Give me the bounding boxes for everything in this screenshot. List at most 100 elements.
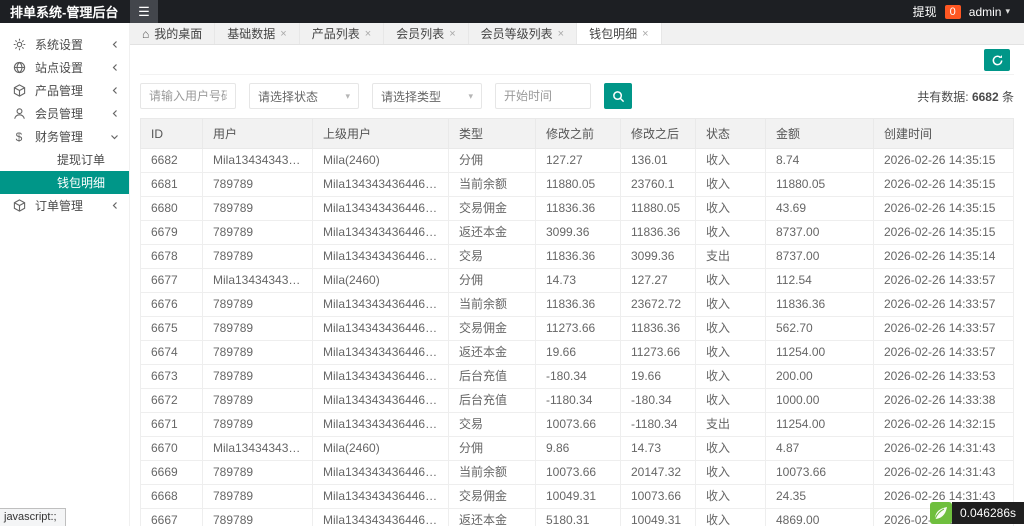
table-cell: 收入 (695, 484, 766, 509)
sidebar-subitem-label: 钱包明细 (57, 176, 106, 190)
sidebar-item-member-management[interactable]: 会员管理 (0, 102, 129, 125)
record-count: 6682 (971, 89, 999, 104)
sidebar-item-label: 订单管理 (35, 199, 84, 213)
table-cell: 收入 (695, 316, 766, 341)
trace-badge[interactable]: 0.046286s (929, 502, 1024, 524)
tab-wallet-details[interactable]: 钱包明细 × (577, 23, 662, 44)
table-cell: 11254.00 (765, 412, 874, 437)
column-header: 用户 (202, 118, 313, 149)
sidebar-subitem-withdraw-orders[interactable]: 提现订单 (0, 148, 129, 171)
sidebar-item-order-management[interactable]: 订单管理 (0, 194, 129, 217)
table-row: 6671789789Mila1343434364464(2472)交易10073… (140, 412, 1014, 437)
table-cell: 支出 (695, 412, 766, 437)
close-icon[interactable]: × (449, 28, 455, 40)
table-cell: 6682 (140, 148, 203, 173)
close-icon[interactable]: × (280, 28, 286, 40)
tab-label: 钱包明细 (589, 27, 638, 41)
table-cell: 收入 (695, 508, 766, 526)
table-cell: 6676 (140, 292, 203, 317)
column-header: 类型 (448, 118, 536, 149)
table-cell: 交易佣金 (448, 196, 536, 221)
table-cell: 23672.72 (620, 292, 696, 317)
table-cell: 6673 (140, 364, 203, 389)
table-cell: 6667 (140, 508, 203, 526)
chevron-left-icon (111, 109, 119, 118)
table-cell: 2026-02-26 14:35:15 (873, 220, 1014, 245)
table-cell: 收入 (695, 436, 766, 461)
status-select[interactable]: 请选择状态 ▾ (249, 83, 359, 109)
table-row: 6680789789Mila1343434364464(2472)交易佣金118… (140, 196, 1014, 221)
table-row: 6676789789Mila1343434364464(2472)当前余额118… (140, 292, 1014, 317)
user-number-input[interactable] (140, 83, 236, 109)
table-cell: 2026-02-26 14:33:53 (873, 364, 1014, 389)
sidebar-item-site-settings[interactable]: 站点设置 (0, 56, 129, 79)
chevron-down-icon: ▾ (1005, 6, 1010, 16)
close-icon[interactable]: × (365, 28, 371, 40)
dollar-icon: $ (15, 129, 23, 144)
toolbar (140, 45, 1014, 75)
table-cell: 2026-02-26 14:33:57 (873, 292, 1014, 317)
tab-member-level-list[interactable]: 会员等级列表 × (469, 23, 578, 44)
close-icon[interactable]: × (642, 28, 648, 40)
table-cell: Mila1343434364464(2472) (312, 484, 449, 509)
hamburger-menu-icon[interactable]: ☰ (130, 0, 158, 23)
tab-label: 基础数据 (227, 27, 276, 41)
table-cell: 112.54 (765, 268, 874, 293)
sidebar-item-system-settings[interactable]: 系统设置 (0, 33, 129, 56)
execution-time: 0.046286s (951, 502, 1024, 524)
table-cell: 789789 (202, 388, 313, 413)
refresh-button[interactable] (984, 49, 1010, 71)
table-cell: 收入 (695, 292, 766, 317)
close-icon[interactable]: × (558, 28, 564, 40)
table-cell: 分佣 (448, 148, 536, 173)
sidebar-item-finance-management[interactable]: $ 财务管理 (0, 125, 129, 148)
table-cell: 789789 (202, 316, 313, 341)
table-cell: 2026-02-26 14:35:15 (873, 196, 1014, 221)
table-cell: 789789 (202, 412, 313, 437)
table-cell: 11880.05 (620, 196, 696, 221)
table-cell: 19.66 (620, 364, 696, 389)
table-cell: Mila1343434364464(2472) (312, 172, 449, 197)
column-header: ID (140, 118, 203, 149)
table-cell: 789789 (202, 292, 313, 317)
table-header-row: ID 用户 上级用户 类型 修改之前 修改之后 状态 金额 创建时间 (140, 118, 1014, 149)
sidebar-subitem-wallet-details[interactable]: 钱包明细 (0, 171, 129, 194)
withdraw-count-badge[interactable]: 0 (944, 4, 961, 19)
table-cell: 11836.36 (535, 292, 621, 317)
table-cell: -1180.34 (620, 412, 696, 437)
sidebar-item-product-management[interactable]: 产品管理 (0, 79, 129, 102)
table-row: 6682 Mila1343434364464 Mila(2460) 分佣 127.27 1… (140, 148, 1014, 173)
table-row: 6677 Mila1343434364464 Mila(2460) 分佣 14.73 12… (140, 268, 1014, 293)
tab-basic-data[interactable]: 基础数据 × (215, 23, 300, 44)
home-icon: ⌂ (142, 26, 150, 41)
table-cell: 2026-02-26 14:32:15 (873, 412, 1014, 437)
table-row: 6673789789Mila1343434364464(2472)后台充值-18… (140, 364, 1014, 389)
table-cell: 11254.00 (765, 340, 874, 365)
tab-product-list[interactable]: 产品列表 × (300, 23, 385, 44)
table-cell: 127.27 (535, 148, 621, 173)
tab-label: 我的桌面 (154, 27, 203, 41)
type-select[interactable]: 请选择类型 ▾ (372, 83, 482, 109)
table-cell: 789789 (202, 196, 313, 221)
table-cell: 10049.31 (535, 484, 621, 509)
table-cell: -1180.34 (535, 388, 621, 413)
search-button[interactable] (604, 83, 632, 109)
table-cell: 6681 (140, 172, 203, 197)
table-cell: 562.70 (765, 316, 874, 341)
table-row: 6678789789Mila1343434364464(2472)交易11836… (140, 244, 1014, 269)
page: 排单系统-管理后台 ☰ 提现 0 admin ▾ 系统设置 站点设置 产品管理 … (0, 0, 1024, 526)
table-cell: 收入 (695, 196, 766, 221)
withdraw-link[interactable]: 提现 (913, 3, 937, 20)
admin-user-menu[interactable]: admin ▾ (969, 5, 1010, 19)
table-cell: 19.66 (535, 340, 621, 365)
table-cell: 3099.36 (535, 220, 621, 245)
chevron-down-icon: ▾ (345, 90, 350, 101)
tab-my-desktop[interactable]: ⌂ 我的桌面 (130, 23, 216, 44)
tab-member-list[interactable]: 会员列表 × (384, 23, 469, 44)
table-cell: 支出 (695, 244, 766, 269)
table-cell: 9.86 (535, 436, 621, 461)
start-time-input[interactable] (495, 83, 591, 109)
table-cell: 返还本金 (448, 340, 536, 365)
table-cell: 10073.66 (620, 484, 696, 509)
table-row: 6679789789Mila1343434364464(2472)返还本金309… (140, 220, 1014, 245)
